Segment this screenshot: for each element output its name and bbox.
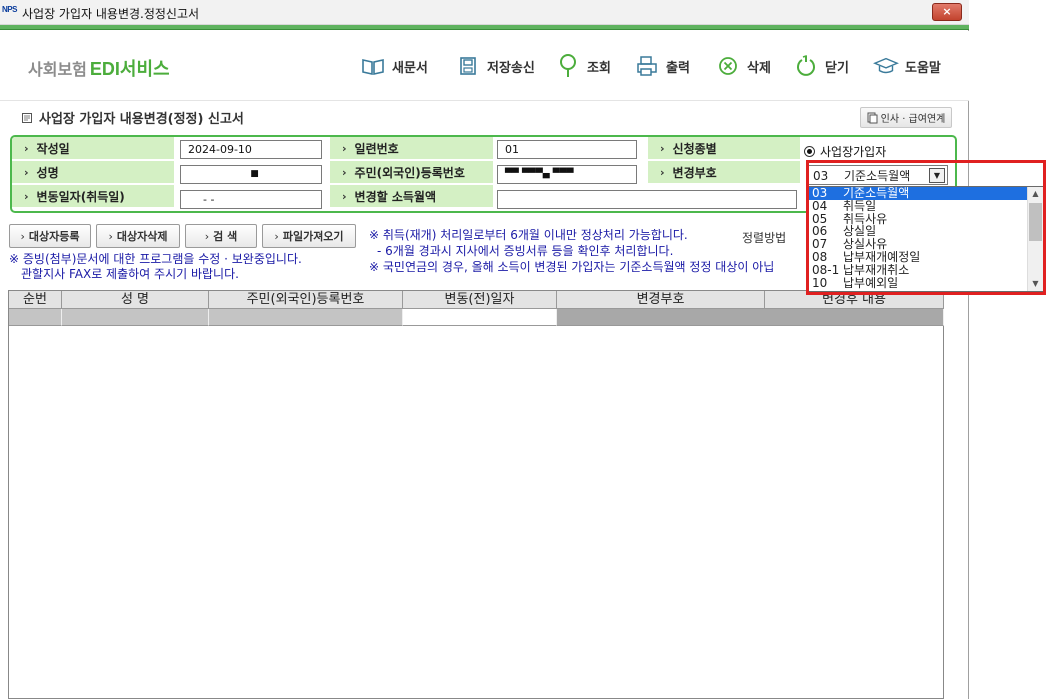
subheader-cell <box>403 309 557 326</box>
print-button[interactable]: 출력 <box>634 51 690 81</box>
label-change-date: 변동일자(취득일) <box>12 185 174 208</box>
inquiry-label: 조회 <box>587 60 611 76</box>
inquiry-button[interactable]: 조회 <box>555 51 611 81</box>
search-button[interactable]: 검 색 <box>185 224 257 248</box>
register-target-label: 대상자등록 <box>28 230 80 243</box>
label-change-code: 변경부호 <box>648 161 800 184</box>
highlight-box <box>806 160 1046 295</box>
serial-no-input[interactable]: 01 <box>497 140 637 159</box>
label-request-type: 신청종별 <box>648 137 800 160</box>
label-name: 성명 <box>12 161 174 184</box>
register-target-button[interactable]: 대상자등록 <box>9 224 91 248</box>
power-icon <box>793 53 819 79</box>
subheader-cell <box>557 309 944 326</box>
new-document-button[interactable]: 새문서 <box>360 51 428 81</box>
notice-branch-check: - 6개월 경과시 지사에서 증빙서류 등을 확인후 처리합니다. <box>377 244 674 258</box>
title-bar: NPS 사업장 가입자 내용변경.정정신고서 × <box>0 0 969 25</box>
column-header-change-date[interactable]: 변동(전)일자 <box>403 291 557 309</box>
sort-method-label: 정렬방법 <box>742 231 787 245</box>
hr-payroll-link-label: 인사 · 급여연계 <box>880 114 946 125</box>
delete-circle-icon <box>715 53 741 79</box>
logo-prefix: 사회보험 <box>28 62 87 79</box>
help-label: 도움말 <box>905 60 941 76</box>
printer-icon <box>634 53 660 79</box>
save-send-button[interactable]: 저장송신 <box>455 51 535 81</box>
graduation-cap-icon <box>873 53 899 79</box>
form-title: 사업장 가입자 내용변경(정정) 신고서 <box>21 108 244 127</box>
logo-brand: EDI서비스 <box>89 59 170 79</box>
notice-six-months: ※ 취득(재개) 처리일로부터 6개월 이내만 정상처리 가능합니다. <box>369 228 688 242</box>
window-title: 사업장 가입자 내용변경.정정신고서 <box>22 7 200 21</box>
delete-button[interactable]: 삭제 <box>715 51 771 81</box>
written-date-input[interactable]: 2024-09-10 <box>180 140 322 159</box>
column-header-resident-no[interactable]: 주민(외국인)등록번호 <box>209 291 403 309</box>
import-file-button[interactable]: 파일가져오기 <box>262 224 356 248</box>
delete-target-button[interactable]: 대상자삭제 <box>96 224 180 248</box>
label-resident-no: 주민(외국인)등록번호 <box>330 161 493 184</box>
notice-fax: 관할지사 FAX로 제출하여 주시기 바랍니다. <box>21 267 239 281</box>
column-header-name[interactable]: 성 명 <box>62 291 209 309</box>
toolbar: 사회보험 EDI서비스 새문서 저장송신 조회 출력 삭제 닫기 도움말 <box>0 31 969 101</box>
help-button[interactable]: 도움말 <box>873 51 941 81</box>
form-title-text: 사업장 가입자 내용변경(정정) 신고서 <box>39 112 244 127</box>
search-label: 검 색 <box>213 230 238 243</box>
name-input[interactable]: ■ <box>180 165 322 184</box>
delete-target-label: 대상자삭제 <box>116 230 168 243</box>
radio-selected-icon <box>804 146 815 157</box>
hr-payroll-link-button[interactable]: 인사 · 급여연계 <box>860 107 952 128</box>
document-icon <box>22 112 32 123</box>
app-window: NPS 사업장 가입자 내용변경.정정신고서 × 사회보험 EDI서비스 새문서 … <box>0 0 969 699</box>
accent-bar <box>0 25 969 30</box>
resident-no-input[interactable]: ▀▀ ▀▀▀▄ ▀▀▀ <box>497 165 637 184</box>
print-label: 출력 <box>666 60 690 76</box>
toolbar-divider <box>0 100 969 101</box>
close-button[interactable]: 닫기 <box>793 51 849 81</box>
service-logo: 사회보험 EDI서비스 <box>28 55 170 81</box>
label-written-date: 작성일 <box>12 137 174 160</box>
new-document-label: 새문서 <box>392 60 428 76</box>
import-file-label: 파일가져오기 <box>282 230 344 243</box>
request-type-radio-label: 사업장가입자 <box>820 145 887 159</box>
column-header-change-code[interactable]: 변경부호 <box>557 291 765 309</box>
request-type-radio[interactable]: 사업장가입자 <box>804 143 886 160</box>
save-send-label: 저장송신 <box>487 60 535 76</box>
target-table: 순번 성 명 주민(외국인)등록번호 변동(전)일자 변경부호 변경후 내용 <box>8 290 944 699</box>
close-label: 닫기 <box>825 60 849 76</box>
search-pin-icon <box>555 53 581 79</box>
label-new-income: 변경할 소득월액 <box>330 185 493 208</box>
subheader-cell <box>9 309 62 326</box>
notice-pension: ※ 국민연금의 경우, 올해 소득이 변경된 가입자는 기준소득월액 정정 대상… <box>369 260 775 274</box>
notice-evidence: ※ 증빙(첨부)문서에 대한 프로그램을 수정 · 보완중입니다. <box>9 252 302 266</box>
column-header-seq[interactable]: 순번 <box>9 291 62 309</box>
nps-app-icon: NPS <box>2 5 17 14</box>
subheader-cell <box>209 309 403 326</box>
link-doc-icon <box>867 112 878 123</box>
new-income-input[interactable] <box>497 190 797 209</box>
subheader-cell <box>62 309 209 326</box>
close-window-button[interactable]: × <box>932 3 962 21</box>
save-icon <box>455 53 481 79</box>
change-date-input[interactable]: - - <box>180 190 322 209</box>
delete-label: 삭제 <box>747 60 771 76</box>
book-icon <box>360 53 386 79</box>
label-serial-no: 일련번호 <box>330 137 493 160</box>
